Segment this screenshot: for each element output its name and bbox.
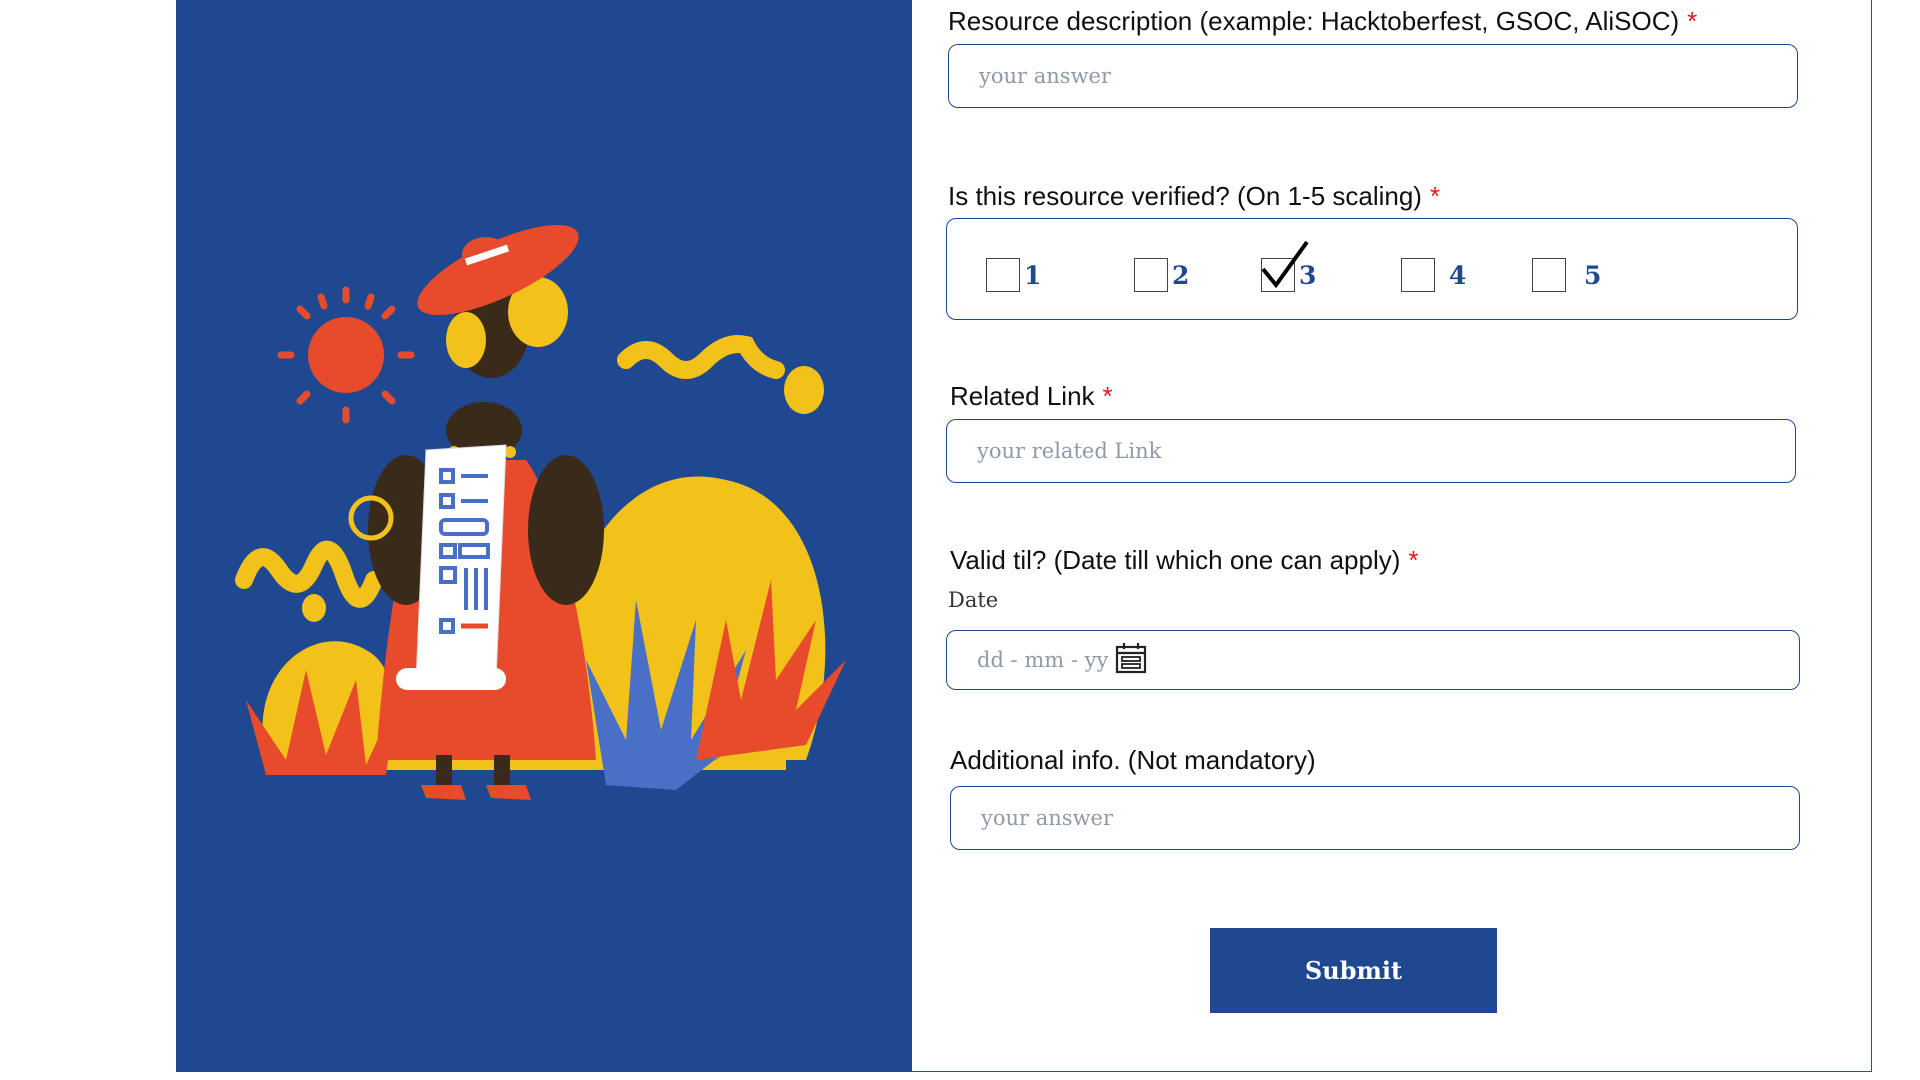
rating-label-5: 5 [1584,260,1602,290]
related-link-input[interactable] [947,420,1795,482]
resource-description-field[interactable] [948,44,1798,108]
rating-option-2[interactable]: 2 [1134,257,1189,293]
required-mark: * [1102,381,1113,411]
verified-label: Is this resource verified? (On 1-5 scali… [948,181,1440,212]
valid-til-label: Valid til? (Date till which one can appl… [950,545,1419,576]
resource-description-label-text: Resource description (example: Hacktober… [948,6,1680,36]
rating-checkbox-3[interactable] [1261,240,1309,292]
additional-info-label: Additional info. (Not mandatory) [950,745,1316,776]
rating-option-3[interactable]: 3 [1261,240,1316,293]
related-link-label: Related Link * [950,381,1113,412]
submit-button[interactable]: Submit [1210,928,1497,1013]
required-mark: * [1687,6,1698,36]
valid-til-label-text: Valid til? (Date till which one can appl… [950,545,1401,575]
form-panel [912,0,1872,1072]
verified-label-text: Is this resource verified? (On 1-5 scali… [948,181,1422,211]
additional-info-label-text: Additional info. (Not mandatory) [950,745,1316,775]
rating-checkbox-2[interactable] [1134,258,1168,292]
check-mark-icon [1261,240,1309,289]
resource-description-input[interactable] [949,45,1797,107]
rating-checkbox-4[interactable] [1401,258,1435,292]
rating-label-4: 4 [1449,260,1467,290]
verified-rating-group: 1 2 3 4 5 [946,218,1798,320]
required-mark: * [1408,545,1419,575]
additional-info-field[interactable] [950,786,1800,850]
rating-checkbox-1[interactable] [986,258,1020,292]
date-placeholder: dd - mm - yy [977,648,1109,672]
rating-option-1[interactable]: 1 [986,257,1041,293]
date-field[interactable]: dd - mm - yy [946,630,1800,690]
additional-info-input[interactable] [951,787,1799,849]
illustration-panel [176,0,912,1072]
date-sub-label: Date [948,588,999,612]
rating-option-4[interactable]: 4 [1401,257,1466,293]
rating-option-5[interactable]: 5 [1532,257,1601,293]
related-link-label-text: Related Link [950,381,1095,411]
related-link-field[interactable] [946,419,1796,483]
rating-label-2: 2 [1172,260,1190,290]
rating-label-1: 1 [1024,260,1042,290]
woman-with-checklist-illustration [235,224,846,800]
rating-checkbox-5[interactable] [1532,258,1566,292]
required-mark: * [1429,181,1441,211]
sun-icon [277,286,415,424]
resource-description-label: Resource description (example: Hacktober… [948,6,1697,37]
calendar-icon[interactable] [1115,642,1147,674]
